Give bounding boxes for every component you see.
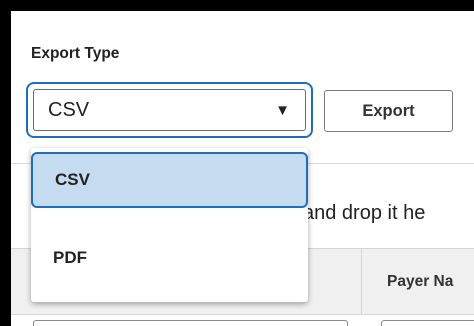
chevron-down-icon: ▼ — [275, 102, 290, 119]
dropdown-option-pdf[interactable]: PDF — [31, 230, 308, 286]
option-label: CSV — [55, 170, 90, 189]
drop-zone-text[interactable]: and drop it he — [303, 202, 425, 225]
column-separator — [361, 249, 362, 314]
export-type-select[interactable]: CSV ▼ — [33, 89, 306, 131]
dropdown-option-csv[interactable]: CSV — [31, 152, 308, 208]
export-panel: Export Type CSV ▼ Export and drop it he … — [11, 11, 474, 326]
export-type-dropdown-menu: CSV PDF — [31, 148, 308, 302]
option-label: PDF — [53, 248, 87, 267]
column-header-payer-name[interactable]: Payer Na — [387, 273, 453, 291]
select-value: CSV — [48, 99, 90, 121]
export-button[interactable]: Export — [324, 90, 453, 132]
export-type-label: Export Type — [31, 45, 120, 62]
filter-input[interactable] — [33, 320, 348, 326]
filter-input[interactable] — [381, 320, 474, 326]
